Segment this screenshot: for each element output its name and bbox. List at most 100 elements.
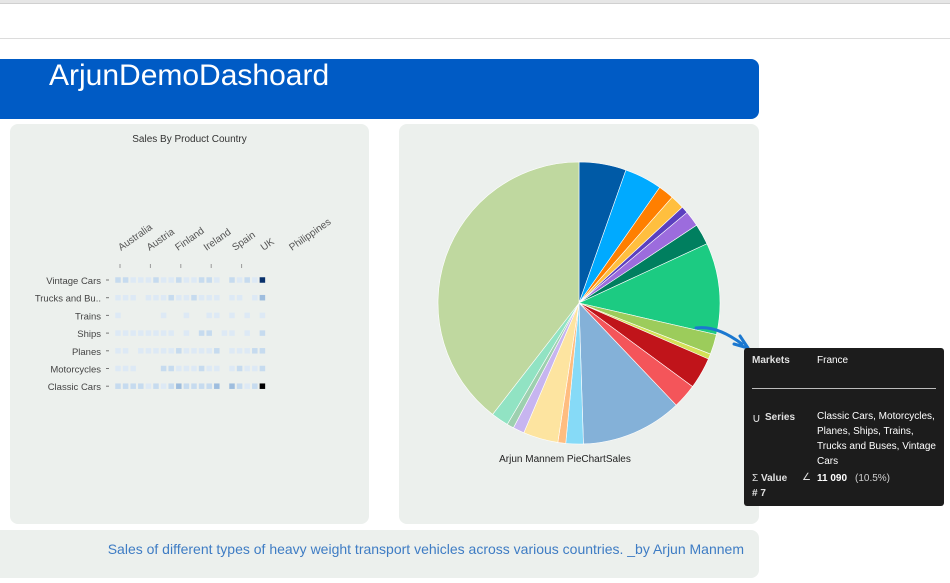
heatmap-cell[interactable] (198, 383, 205, 389)
heatmap-cell[interactable] (130, 294, 136, 301)
heatmap-cell[interactable] (229, 330, 235, 336)
heatmap-cell[interactable] (206, 277, 212, 283)
heatmap-cell[interactable] (160, 383, 167, 389)
heatmap-cell[interactable] (160, 294, 167, 301)
heatmap-cell[interactable] (115, 294, 121, 301)
heatmap-cell[interactable] (206, 330, 212, 336)
heatmap-cell[interactable] (244, 348, 250, 354)
heatmap-cell[interactable] (244, 277, 250, 283)
heatmap-cell[interactable] (122, 277, 129, 283)
heatmap-cell[interactable] (229, 348, 235, 354)
heatmap-cell[interactable] (168, 330, 174, 336)
heatmap-cell[interactable] (160, 312, 167, 319)
heatmap-cell[interactable] (198, 294, 205, 301)
heatmap-cell[interactable] (153, 277, 159, 283)
heatmap-cell[interactable] (115, 312, 121, 319)
heatmap-cell[interactable] (122, 348, 129, 354)
heatmap-cell[interactable] (115, 383, 121, 389)
heatmap-panel[interactable]: Sales By Product Country Australia Austri… (10, 124, 369, 524)
heatmap-cell[interactable] (259, 277, 266, 283)
heatmap-cell[interactable] (236, 277, 243, 283)
heatmap-cell[interactable] (244, 312, 250, 319)
heatmap-cell[interactable] (244, 330, 250, 336)
heatmap-cell[interactable] (259, 294, 266, 301)
heatmap-cell[interactable] (183, 312, 190, 319)
heatmap-cell[interactable] (191, 383, 197, 389)
heatmap-cell[interactable] (214, 383, 220, 389)
heatmap-cell[interactable] (176, 277, 182, 283)
heatmap-cell[interactable] (183, 277, 190, 283)
heatmap-cell[interactable] (206, 312, 212, 319)
heatmap-cell[interactable] (191, 294, 197, 301)
heatmap-cell[interactable] (176, 365, 182, 372)
heatmap-cell[interactable] (229, 365, 235, 372)
heatmap-cell[interactable] (229, 277, 235, 283)
heatmap-cell[interactable] (160, 348, 167, 354)
heatmap-cell[interactable] (122, 294, 129, 301)
heatmap-cell[interactable] (198, 365, 205, 372)
heatmap-cell[interactable] (214, 294, 220, 301)
heatmap-cell[interactable] (252, 294, 258, 301)
heatmap-cell[interactable] (214, 348, 220, 354)
heatmap-cell[interactable] (153, 294, 159, 301)
heatmap-cell[interactable] (183, 383, 190, 389)
heatmap-cell[interactable] (145, 348, 152, 354)
heatmap-cell[interactable] (122, 383, 129, 389)
heatmap-cell[interactable] (236, 348, 243, 354)
heatmap-cell[interactable] (191, 348, 197, 354)
heatmap-cell[interactable] (259, 330, 266, 336)
heatmap-cell[interactable] (229, 312, 235, 319)
heatmap-cell[interactable] (130, 365, 136, 372)
heatmap-cell[interactable] (176, 348, 182, 354)
heatmap-cell[interactable] (160, 277, 167, 283)
heatmap-cell[interactable] (236, 383, 243, 389)
heatmap-cell[interactable] (183, 348, 190, 354)
heatmap-cell[interactable] (130, 277, 136, 283)
heatmap-cell[interactable] (183, 294, 190, 301)
heatmap-cell[interactable] (214, 312, 220, 319)
heatmap-cell[interactable] (191, 277, 197, 283)
heatmap-cell[interactable] (221, 330, 228, 336)
heatmap-cell[interactable] (176, 294, 182, 301)
heatmap-cell[interactable] (138, 383, 144, 389)
heatmap-cell[interactable] (236, 294, 243, 301)
heatmap-cell[interactable] (145, 330, 152, 336)
heatmap-cell[interactable] (176, 383, 182, 389)
heatmap-cell[interactable] (153, 330, 159, 336)
heatmap-cell[interactable] (252, 348, 258, 354)
heatmap-cell[interactable] (198, 277, 205, 283)
heatmap-cell[interactable] (168, 383, 174, 389)
heatmap-cell[interactable] (130, 330, 136, 336)
heatmap-cell[interactable] (206, 365, 212, 372)
heatmap-cell[interactable] (122, 330, 129, 336)
heatmap-cell[interactable] (138, 330, 144, 336)
heatmap-cell[interactable] (168, 294, 174, 301)
heatmap-cell[interactable] (168, 277, 174, 283)
heatmap-cell[interactable] (168, 348, 174, 354)
heatmap-cell[interactable] (130, 383, 136, 389)
heatmap-chart[interactable]: AustraliaAustriaFinlandIrelandSpain UK Phi… (10, 124, 369, 524)
heatmap-cell[interactable] (160, 330, 167, 336)
heatmap-cell[interactable] (145, 294, 152, 301)
heatmap-cell[interactable] (252, 365, 258, 372)
heatmap-cell[interactable] (138, 348, 144, 354)
heatmap-cell[interactable] (206, 348, 212, 354)
heatmap-cell[interactable] (229, 383, 235, 389)
heatmap-cell[interactable] (115, 348, 121, 354)
heatmap-cell[interactable] (236, 365, 243, 372)
heatmap-cell[interactable] (259, 348, 266, 354)
heatmap-cell[interactable] (115, 330, 121, 336)
heatmap-cell[interactable] (115, 365, 121, 372)
heatmap-cell[interactable] (206, 294, 212, 301)
heatmap-cell[interactable] (183, 330, 190, 336)
heatmap-cell[interactable] (198, 348, 205, 354)
heatmap-cell[interactable] (153, 383, 159, 389)
heatmap-cell[interactable] (244, 365, 250, 372)
heatmap-cell[interactable] (259, 383, 266, 389)
heatmap-cell[interactable] (244, 383, 250, 389)
heatmap-cell[interactable] (153, 348, 159, 354)
heatmap-cell[interactable] (259, 365, 266, 372)
heatmap-cell[interactable] (160, 365, 167, 372)
heatmap-cell[interactable] (252, 383, 258, 389)
heatmap-cell[interactable] (122, 365, 129, 372)
